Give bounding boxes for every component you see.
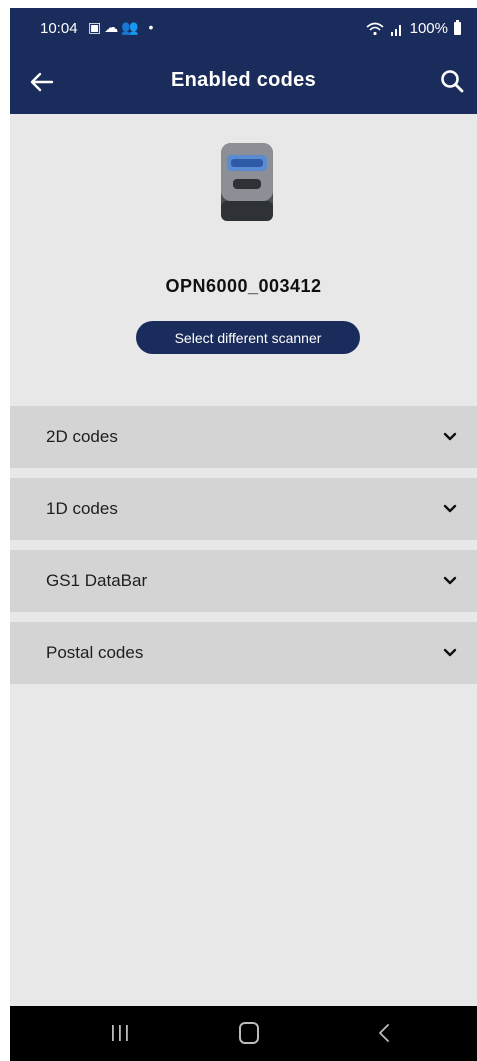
scanner-device-image xyxy=(221,143,273,221)
app-bar: Enabled codes xyxy=(10,50,477,114)
select-different-scanner-button[interactable]: Select different scanner xyxy=(136,321,360,354)
chevron-down-icon xyxy=(443,504,457,513)
page-title: Enabled codes xyxy=(170,69,317,91)
chevron-down-icon xyxy=(443,576,457,585)
section-1d-codes[interactable]: 1D codes xyxy=(10,478,477,540)
system-nav-bar xyxy=(10,1006,477,1061)
scanner-name: OPN6000_003412 xyxy=(165,276,322,296)
search-icon[interactable] xyxy=(435,64,471,100)
section-label: GS1 DataBar xyxy=(46,571,148,590)
status-bar: 10:04 ▣☁👥 • 100% xyxy=(10,8,477,50)
battery-percent: 100% xyxy=(409,20,448,37)
back-nav-icon[interactable] xyxy=(376,1022,392,1044)
chevron-down-icon xyxy=(443,648,457,657)
section-2d-codes[interactable]: 2D codes xyxy=(10,406,477,468)
section-label: 1D codes xyxy=(46,499,118,518)
signal-icon xyxy=(390,24,401,36)
battery-icon xyxy=(454,20,461,35)
home-icon[interactable] xyxy=(239,1022,259,1044)
wifi-icon xyxy=(366,22,384,35)
section-postal-codes[interactable]: Postal codes xyxy=(10,622,477,684)
notification-icons: ▣☁👥 • xyxy=(88,19,157,35)
phone-screen: 10:04 ▣☁👥 • 100% Enabled codes OPN6000_0… xyxy=(10,8,477,1061)
recent-apps-icon[interactable] xyxy=(108,1022,132,1044)
chevron-down-icon xyxy=(443,432,457,441)
section-label: Postal codes xyxy=(46,643,144,662)
status-right: 100% xyxy=(366,20,461,37)
status-time: 10:04 xyxy=(40,20,78,37)
section-gs1-databar[interactable]: GS1 DataBar xyxy=(10,550,477,612)
section-label: 2D codes xyxy=(46,427,118,446)
